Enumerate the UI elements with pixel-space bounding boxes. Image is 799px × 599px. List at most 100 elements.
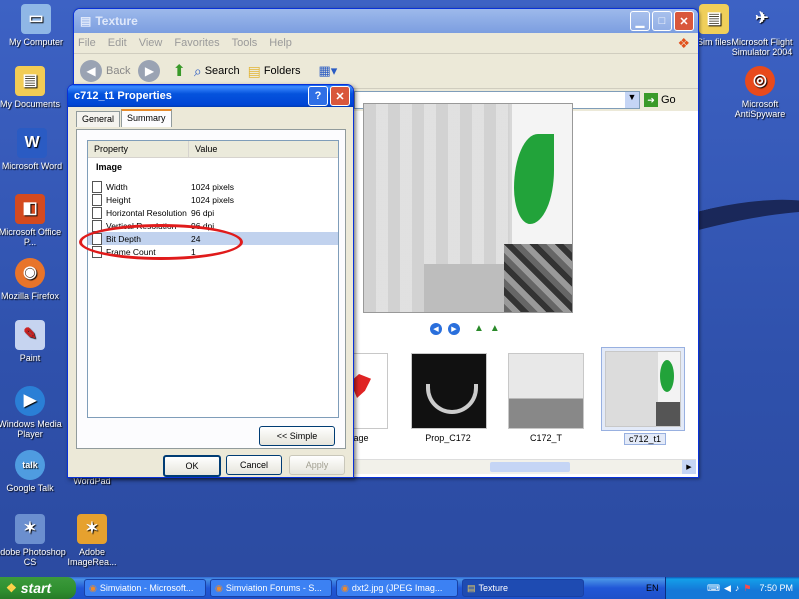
thumbnail-label: Prop_C172 (425, 433, 471, 443)
tab-summary[interactable]: Summary (121, 109, 172, 127)
tab-general[interactable]: General (76, 111, 121, 127)
desktop-icon-word[interactable]: W Microsoft Word (0, 128, 68, 171)
antispyware-icon: ◎ (745, 66, 775, 96)
folders-button[interactable]: ▤ Folders (248, 63, 301, 80)
folders-icon: ▤ (247, 62, 261, 79)
list-header: Property Value (88, 141, 338, 158)
firefox-icon: ◉ (15, 258, 45, 288)
explorer-title: Texture (95, 14, 138, 28)
office-icon: ◧ (15, 194, 45, 224)
back-arrow-icon: ◀ (80, 60, 102, 82)
windows-logo-icon: ❖ (677, 34, 690, 51)
forward-button[interactable]: ▶ (138, 60, 164, 82)
ok-button[interactable]: OK (163, 455, 221, 477)
photoshop-icon: ✶ (15, 514, 45, 544)
airplane-icon: ✈ (755, 10, 769, 27)
taskbar-item-texture[interactable]: ▤ Texture (462, 579, 584, 597)
rotate-right-icon[interactable]: ▲ (490, 323, 500, 335)
highlight-ellipse (79, 224, 243, 260)
texture-preview[interactable] (363, 103, 573, 313)
desktop-icon-antispyware[interactable]: ◎ Microsoft AntiSpyware (724, 66, 796, 119)
cancel-button[interactable]: Cancel (226, 455, 282, 475)
list-item[interactable]: Horizontal Resolution 96 dpi (88, 206, 338, 219)
desktop-icon-my-documents[interactable]: ▤ My Documents (0, 66, 66, 109)
document-icon (92, 180, 102, 193)
menu-tools[interactable]: Tools (232, 37, 258, 49)
desktop-icon-imageready[interactable]: ✶ Adobe ImageRea... (56, 514, 128, 567)
desktop-icon-google-talk[interactable]: talk Google Talk (0, 450, 66, 493)
apply-button: Apply (289, 455, 345, 475)
maximize-button[interactable]: □ (652, 11, 672, 31)
thumbnail-c712-t1[interactable] (605, 351, 681, 427)
list-item[interactable]: Width 1024 pixels (88, 180, 338, 193)
media-player-icon: ▶ (15, 386, 45, 416)
document-icon (92, 193, 102, 206)
dialog-tabs: General Summary (76, 109, 173, 127)
folder-icon: ▤ (80, 14, 92, 28)
views-button[interactable]: ▦▾ (319, 63, 338, 79)
thumbnail-age[interactable] (349, 353, 388, 429)
language-indicator[interactable]: EN (646, 583, 659, 593)
start-button[interactable]: ❖ start (0, 577, 76, 599)
thumbnail-label: C172_T (529, 433, 563, 443)
taskbar-item-simviation-forums[interactable]: ◉ Simviation Forums - S... (210, 579, 332, 597)
desktop-icon-flight-simulator[interactable]: ✈ Microsoft Flight Simulator 2004 (726, 4, 798, 58)
computer-icon: ▭ (21, 4, 51, 34)
rotate-left-icon[interactable]: ▲ (474, 323, 484, 335)
paint-icon: ✎ (15, 320, 45, 350)
menu-help[interactable]: Help (269, 37, 292, 49)
menu-favorites[interactable]: Favorites (174, 37, 219, 49)
search-button[interactable]: ⌕ Search (194, 63, 240, 80)
property-list[interactable]: Property Value Image Width 1024 pixels H… (87, 140, 339, 418)
back-tray-icon[interactable]: ◀ (724, 583, 731, 594)
search-icon: ⌕ (193, 62, 202, 79)
explorer-titlebar[interactable]: ▤ Texture ▁ □ ✕ (74, 9, 698, 33)
next-image-icon[interactable]: ▶ (448, 323, 460, 335)
desktop-icon-media-player[interactable]: ▶ Windows Media Player (0, 386, 66, 439)
desktop-icon-office[interactable]: ◧ Microsoft Office P... (0, 194, 66, 247)
taskbar-item-simviation[interactable]: ◉ Simviation - Microsoft... (84, 579, 206, 597)
column-header-property[interactable]: Property (88, 141, 189, 157)
keyboard-icon[interactable]: ⌨ (707, 583, 720, 594)
minimize-button[interactable]: ▁ (630, 11, 650, 31)
chevron-down-icon[interactable]: ▼ (625, 92, 639, 108)
forward-arrow-icon: ▶ (138, 60, 161, 82)
explorer-menubar: File Edit View Favorites Tools Help ❖ (74, 33, 698, 54)
taskbar-item-dxt2[interactable]: ◉ dxt2.jpg (JPEG Imag... (336, 579, 458, 597)
firefox-icon: ◉ (89, 582, 97, 593)
desktop-icon-paint[interactable]: ✎ Paint (0, 320, 66, 363)
horizontal-scrollbar[interactable]: ▶ (350, 459, 696, 474)
taskbar: ❖ start ◉ Simviation - Microsoft... ◉ Si… (0, 577, 799, 599)
properties-dialog[interactable]: c712_t1 Properties ? ✕ General Summary P… (67, 84, 354, 478)
menu-edit[interactable]: Edit (108, 37, 127, 49)
scroll-right-icon[interactable]: ▶ (682, 460, 696, 474)
menu-file[interactable]: File (78, 37, 96, 49)
help-button[interactable]: ? (308, 86, 328, 106)
back-button[interactable]: ◀ Back (80, 60, 130, 82)
dialog-titlebar[interactable]: c712_t1 Properties ? ✕ (68, 85, 353, 107)
security-icon[interactable]: ⚑ (743, 583, 751, 594)
list-item[interactable]: Height 1024 pixels (88, 193, 338, 206)
folder-icon: ▤ (15, 66, 45, 96)
thumbnail-prop-c172[interactable] (411, 353, 487, 429)
imageready-icon: ✶ (77, 514, 107, 544)
thumbnail-c172-t[interactable] (508, 353, 584, 429)
scroll-thumb[interactable] (490, 462, 570, 472)
document-icon (92, 206, 102, 219)
desktop-icon-firefox[interactable]: ◉ Mozilla Firefox (0, 258, 66, 301)
simple-button[interactable]: << Simple (259, 426, 335, 446)
go-arrow-icon: ➜ (644, 93, 658, 107)
column-header-value[interactable]: Value (189, 141, 338, 157)
dialog-close-button[interactable]: ✕ (330, 86, 350, 106)
up-button[interactable]: ⬆ (172, 61, 185, 81)
preview-nav: ◀ ▶ ▲ ▲ (430, 323, 500, 335)
folder-icon: ▤ (467, 582, 476, 593)
firefox-icon: ◉ (215, 582, 223, 593)
close-button[interactable]: ✕ (674, 11, 694, 31)
go-button[interactable]: ➜ Go (644, 93, 676, 107)
menu-view[interactable]: View (139, 37, 163, 49)
firefox-icon: ◉ (341, 582, 349, 593)
volume-icon[interactable]: ♪ (735, 583, 740, 593)
desktop-icon-my-computer[interactable]: ▭ My Computer (0, 4, 72, 47)
previous-image-icon[interactable]: ◀ (430, 323, 442, 335)
